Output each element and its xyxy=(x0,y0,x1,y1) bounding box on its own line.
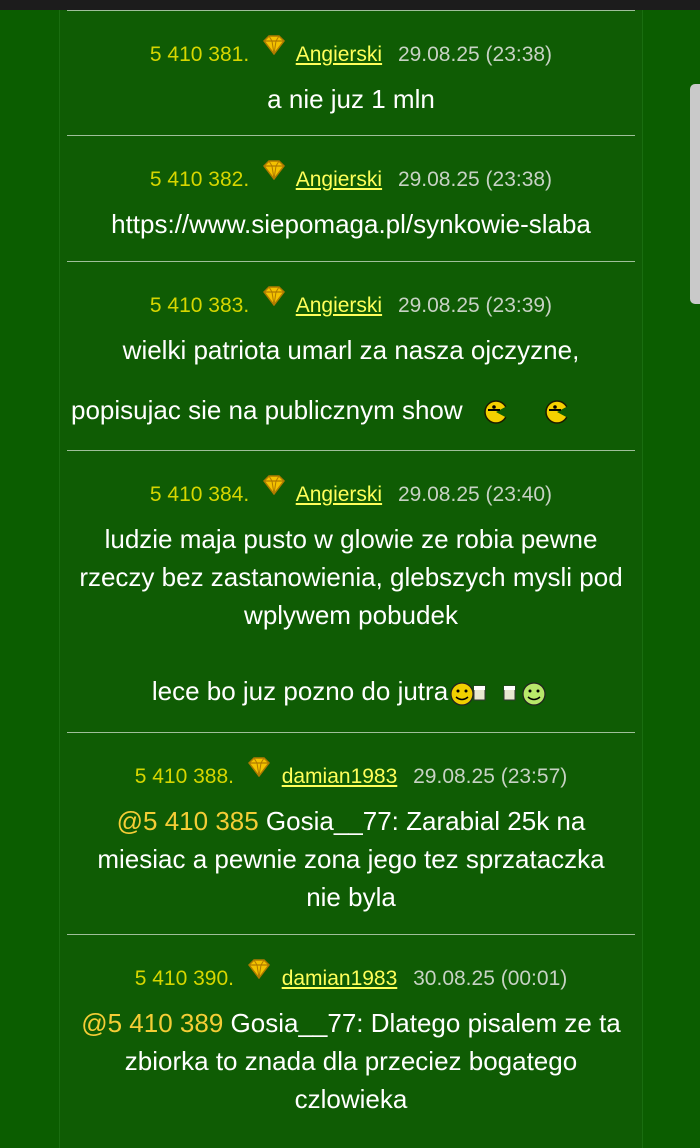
pacman-emoticon-icon xyxy=(484,400,509,424)
cheers-emoticon-icon xyxy=(450,682,546,706)
comment-body: https://www.siepomaga.pl/synkowie-slaba xyxy=(67,195,635,255)
comment-text-line: @5 410 385 Gosia__77: Zarabial 25k na mi… xyxy=(67,802,635,916)
author-link[interactable]: Angierski xyxy=(296,483,382,506)
status-bar xyxy=(0,0,700,10)
comment-body: wielki patriota umarl za nasza ojczyzne,… xyxy=(67,321,635,441)
quote-reference-link[interactable]: @5 410 389 xyxy=(81,1008,223,1038)
comment-header: 5 410 388. damian1983 29.08.25 (23:57) xyxy=(67,733,635,792)
comments-column: 5 410 381. Angierski 29.08.25 (23:38) a … xyxy=(59,10,643,1148)
comment-header: 5 410 383. Angierski 29.08.25 (23:39) xyxy=(67,262,635,321)
comment-post: 5 410 388. damian1983 29.08.25 (23:57) @… xyxy=(67,732,635,934)
comment-link-text[interactable]: https://www.siepomaga.pl/synkowie-slaba xyxy=(67,205,635,243)
comment-number: 5 410 381. xyxy=(149,43,250,66)
page-scrollbar[interactable] xyxy=(690,84,700,304)
comment-header: 5 410 384. Angierski 29.08.25 (23:40) xyxy=(67,451,635,510)
comment-body: @5 410 389 Gosia__77: Dlatego pisalem ze… xyxy=(67,994,635,1130)
pacman-emoticon-icon xyxy=(545,400,571,424)
comment-number: 5 410 390. xyxy=(134,967,234,990)
comment-post: 5 410 390. damian1983 30.08.25 (00:01) @… xyxy=(67,934,635,1145)
comment-text-line: @5 410 389 Gosia__77: Dlatego pisalem ze… xyxy=(67,1004,635,1118)
comment-header: 5 410 381. Angierski 29.08.25 (23:38) xyxy=(67,11,635,70)
author-link[interactable]: Angierski xyxy=(296,168,382,191)
author-link[interactable]: damian1983 xyxy=(282,967,398,990)
comment-text: lece bo juz pozno do jutra xyxy=(151,676,449,706)
comment-post: 5 410 383. Angierski 29.08.25 (23:39) wi… xyxy=(67,261,635,450)
comment-date: 29.08.25 (23:57) xyxy=(413,765,568,788)
comment-text: wielki patriota umarl za nasza ojczyzne, xyxy=(122,335,580,365)
comment-body: @5 410 385 Gosia__77: Zarabial 25k na mi… xyxy=(67,792,635,928)
comment-body: ludzie maja pusto w glowie ze robia pewn… xyxy=(67,510,635,722)
diamond-rank-icon xyxy=(263,160,286,180)
diamond-rank-icon xyxy=(247,757,270,777)
author-link[interactable]: Angierski xyxy=(296,43,382,66)
quote-reference-link[interactable]: @5 410 385 xyxy=(117,806,259,836)
comment-post: 5 410 382. Angierski 29.08.25 (23:38) ht… xyxy=(67,135,635,261)
diamond-rank-icon xyxy=(263,286,286,306)
comment-number: 5 410 388. xyxy=(134,765,234,788)
comment-number: 5 410 383. xyxy=(149,294,250,317)
comment-header: 5 410 382. Angierski 29.08.25 (23:38) xyxy=(67,136,635,195)
comment-number: 5 410 382. xyxy=(149,168,250,191)
comment-post: 5 410 381. Angierski 29.08.25 (23:38) a … xyxy=(67,10,635,135)
comment-text: popisujac sie na publicznym show xyxy=(71,395,463,425)
comment-date: 29.08.25 (23:39) xyxy=(397,294,553,317)
author-link[interactable]: damian1983 xyxy=(282,765,398,788)
diamond-rank-icon xyxy=(263,35,286,55)
comment-text: ludzie maja pusto w glowie ze robia pewn… xyxy=(79,524,623,630)
comment-date: 29.08.25 (23:38) xyxy=(397,43,553,66)
comment-date: 29.08.25 (23:38) xyxy=(397,168,553,191)
author-link[interactable]: Angierski xyxy=(296,294,382,317)
comment-number: 5 410 384. xyxy=(149,483,250,506)
diamond-rank-icon xyxy=(263,475,286,495)
diamond-rank-icon xyxy=(247,959,270,979)
comment-text: a nie juz 1 mln xyxy=(267,84,435,114)
comment-body: a nie juz 1 mln xyxy=(67,70,635,130)
comment-text-line: popisujac sie na publicznym show xyxy=(67,391,635,429)
comment-text-line: lece bo juz pozno do jutra xyxy=(67,672,635,710)
comment-date: 29.08.25 (23:40) xyxy=(397,483,553,506)
comment-date: 30.08.25 (00:01) xyxy=(413,967,568,990)
comment-header: 5 410 390. damian1983 30.08.25 (00:01) xyxy=(67,935,635,994)
comment-post: 5 410 384. Angierski 29.08.25 (23:40) lu… xyxy=(67,450,635,732)
